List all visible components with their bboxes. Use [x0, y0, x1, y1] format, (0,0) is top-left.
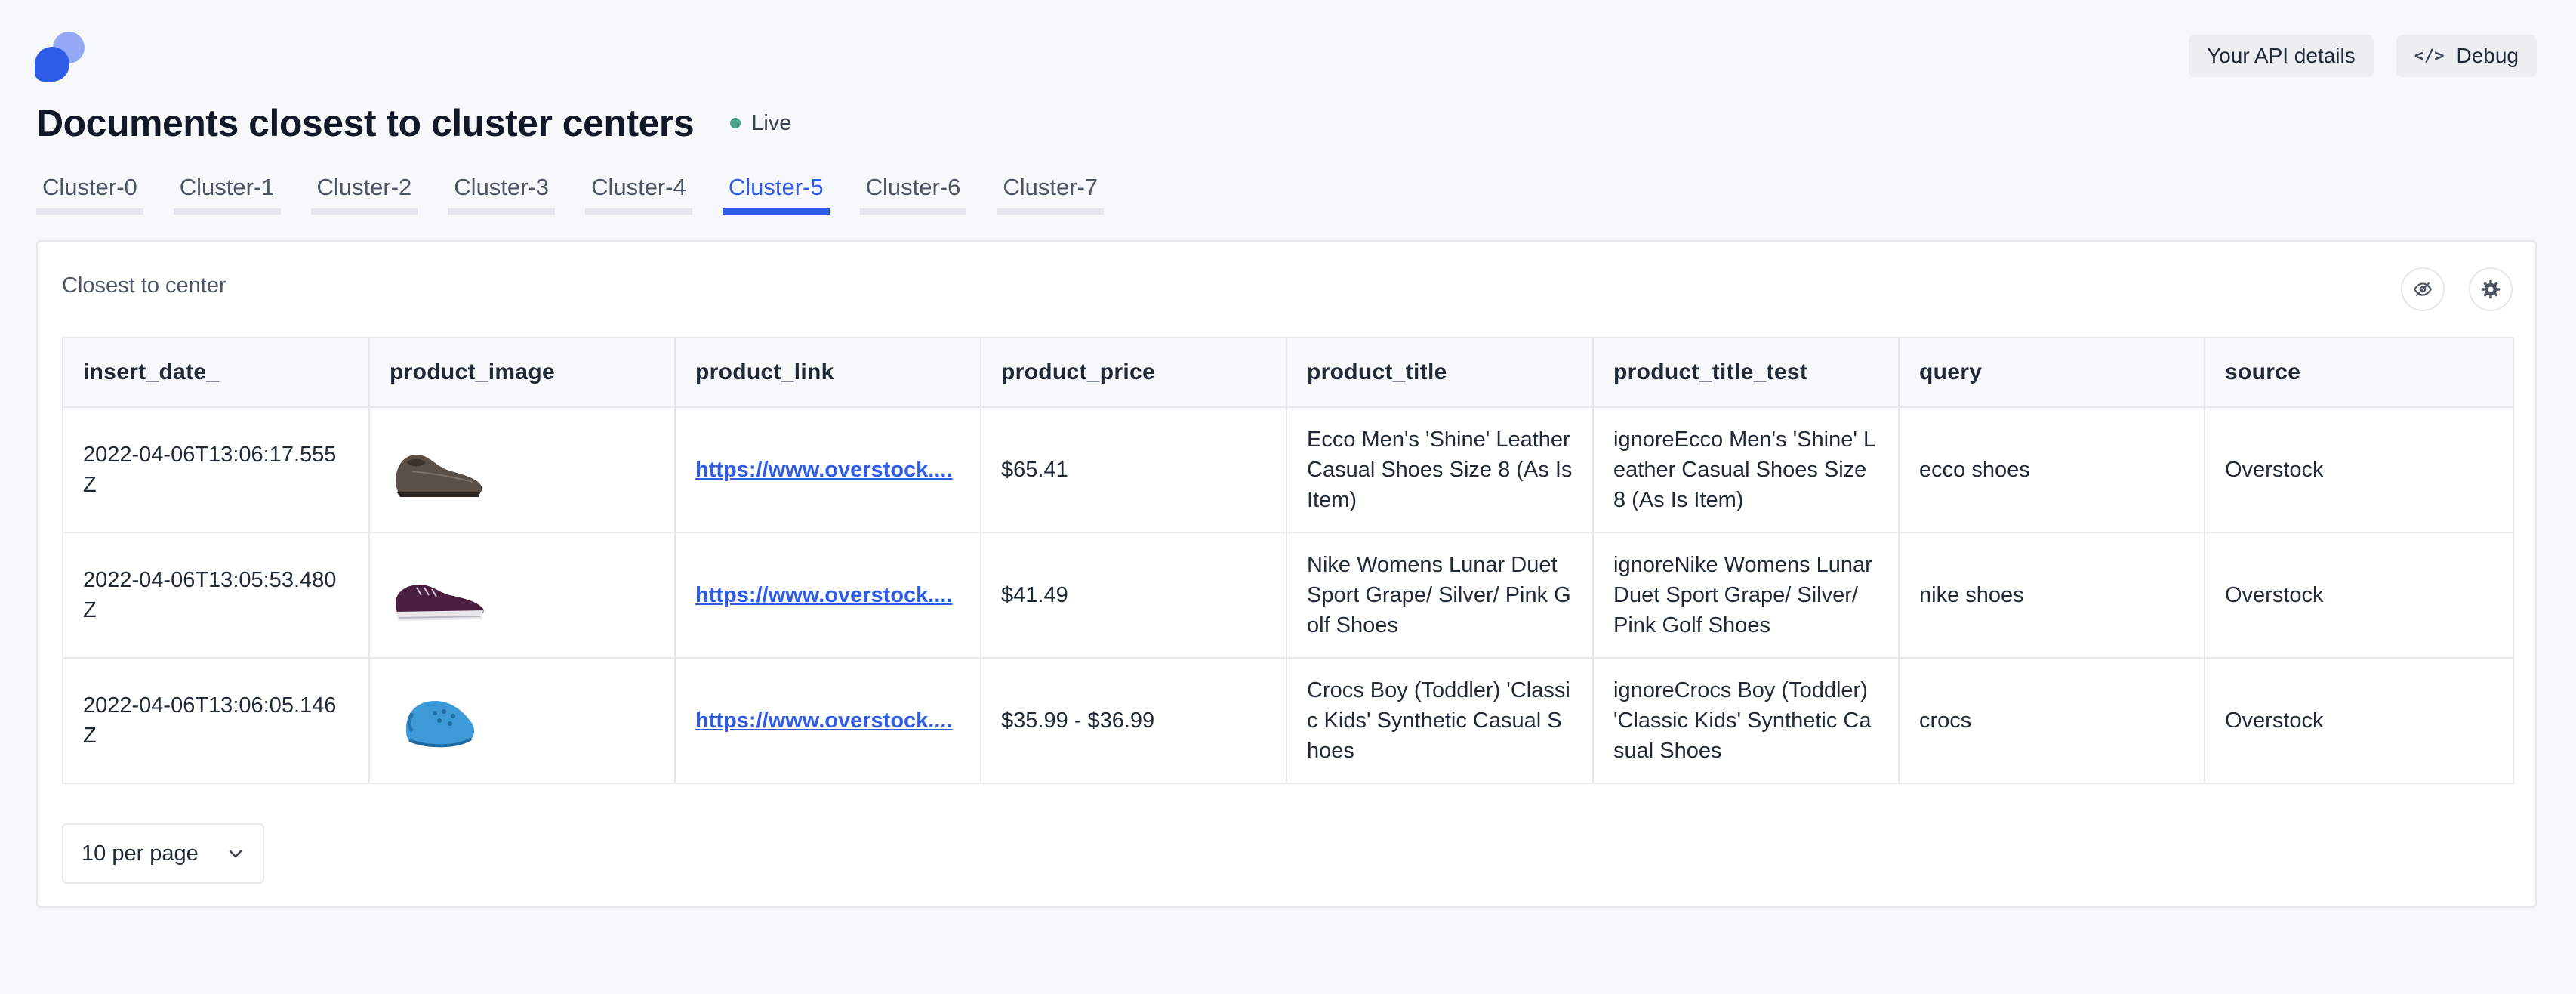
cell-product-link: https://www.overstock....	[674, 657, 981, 784]
product-title: Nike Womens Lunar Duet Sport Grape/ Silv…	[1307, 553, 1571, 637]
blue-clog-shoe-image	[406, 701, 475, 748]
cell-product-title: Crocs Boy (Toddler) 'Classic Kids' Synth…	[1286, 657, 1594, 784]
table-row: 2022-04-06T13:05:53.480Z https://www.ove…	[62, 532, 2514, 659]
column-header-insert-date[interactable]: insert_date_	[62, 337, 370, 408]
product-title-test: ignoreEcco Men's 'Shine' Leather Casual …	[1613, 428, 1876, 512]
product-title-test: ignoreNike Womens Lunar Duet Sport Grape…	[1613, 553, 1872, 637]
app-logo[interactable]	[35, 32, 88, 82]
cell-product-title-test: ignoreNike Womens Lunar Duet Sport Grape…	[1592, 532, 1900, 659]
gear-icon	[2481, 279, 2501, 299]
cell-product-title-test: ignoreEcco Men's 'Shine' Leather Casual …	[1592, 406, 1900, 533]
tab-cluster-5[interactable]: Cluster-5	[722, 168, 830, 215]
cell-source: Overstock	[2204, 532, 2514, 659]
cell-product-price: $65.41	[980, 406, 1287, 533]
cell-product-image	[368, 657, 676, 784]
results-card: Closest to center insert_date_ product_i…	[36, 240, 2537, 908]
cell-insert-date: 2022-04-06T13:06:17.555Z	[62, 406, 370, 533]
tab-cluster-6[interactable]: Cluster-6	[859, 168, 967, 215]
cell-product-price: $35.99 - $36.99	[980, 657, 1287, 784]
api-details-button[interactable]: Your API details	[2189, 35, 2374, 77]
debug-label: Debug	[2456, 44, 2519, 67]
card-title: Closest to center	[62, 273, 226, 298]
table-row: 2022-04-06T13:06:05.146Z https://www.ove…	[62, 657, 2514, 784]
column-header-product-title[interactable]: product_title	[1286, 337, 1594, 408]
product-link[interactable]: https://www.overstock....	[695, 580, 960, 610]
cell-product-image	[368, 406, 676, 533]
tab-cluster-1[interactable]: Cluster-1	[173, 168, 281, 215]
live-dot-icon	[730, 118, 741, 128]
purple-sneaker-shoe-image	[396, 585, 484, 621]
debug-button[interactable]: </> Debug	[2396, 35, 2537, 77]
product-title: Ecco Men's 'Shine' Leather Casual Shoes …	[1307, 428, 1573, 512]
product-title-test: ignoreCrocs Boy (Toddler) 'Classic Kids'…	[1613, 678, 1872, 763]
cell-product-title-test: ignoreCrocs Boy (Toddler) 'Classic Kids'…	[1592, 657, 1900, 784]
tab-cluster-4[interactable]: Cluster-4	[585, 168, 692, 215]
cell-insert-date: 2022-04-06T13:06:05.146Z	[62, 657, 370, 784]
top-bar: Your API details </> Debug	[0, 0, 2576, 113]
live-status-label: Live	[751, 110, 792, 135]
cell-source: Overstock	[2204, 406, 2514, 533]
column-header-product-image[interactable]: product_image	[368, 337, 676, 408]
column-header-product-title-test[interactable]: product_title_test	[1592, 337, 1900, 408]
eye-off-icon	[2413, 282, 2433, 297]
brown-loafer-shoe-image	[396, 455, 482, 497]
chevron-down-icon	[229, 850, 242, 858]
settings-button[interactable]	[2469, 267, 2513, 311]
top-actions: Your API details </> Debug	[2189, 35, 2537, 77]
column-header-product-price[interactable]: product_price	[980, 337, 1287, 408]
cluster-tabs: Cluster-0 Cluster-1 Cluster-2 Cluster-3 …	[36, 168, 1105, 215]
title-row: Documents closest to cluster centers Liv…	[36, 101, 791, 145]
column-header-query[interactable]: query	[1898, 337, 2205, 408]
toggle-visibility-button[interactable]	[2401, 267, 2445, 311]
product-title: Crocs Boy (Toddler) 'Classic Kids' Synth…	[1307, 678, 1570, 763]
page-title: Documents closest to cluster centers	[36, 102, 695, 144]
table-row: 2022-04-06T13:06:17.555Z https://www.ove…	[62, 406, 2514, 533]
column-header-product-link[interactable]: product_link	[674, 337, 981, 408]
tab-cluster-7[interactable]: Cluster-7	[997, 168, 1105, 215]
cell-product-price: $41.49	[980, 532, 1287, 659]
cell-product-link: https://www.overstock....	[674, 406, 981, 533]
per-page-select[interactable]: 10 per page	[62, 823, 264, 884]
column-header-source[interactable]: source	[2204, 337, 2514, 408]
code-icon: </>	[2414, 46, 2445, 66]
product-link[interactable]: https://www.overstock....	[695, 705, 960, 736]
per-page-label: 10 per page	[82, 841, 199, 866]
results-table: insert_date_ product_image product_link …	[62, 337, 2514, 784]
cell-query: nike shoes	[1898, 532, 2205, 659]
table-header-row: insert_date_ product_image product_link …	[62, 337, 2514, 408]
cell-query: ecco shoes	[1898, 406, 2205, 533]
cell-product-link: https://www.overstock....	[674, 532, 981, 659]
cell-product-title: Ecco Men's 'Shine' Leather Casual Shoes …	[1286, 406, 1594, 533]
cell-insert-date: 2022-04-06T13:05:53.480Z	[62, 532, 370, 659]
api-details-label: Your API details	[2207, 44, 2356, 67]
cell-query: crocs	[1898, 657, 2205, 784]
cell-product-title: Nike Womens Lunar Duet Sport Grape/ Silv…	[1286, 532, 1594, 659]
cell-source: Overstock	[2204, 657, 2514, 784]
cell-product-image	[368, 532, 676, 659]
tab-cluster-3[interactable]: Cluster-3	[448, 168, 556, 215]
product-link[interactable]: https://www.overstock....	[695, 455, 960, 485]
tab-cluster-2[interactable]: Cluster-2	[310, 168, 418, 215]
tab-cluster-0[interactable]: Cluster-0	[36, 168, 143, 215]
live-status: Live	[730, 111, 791, 136]
